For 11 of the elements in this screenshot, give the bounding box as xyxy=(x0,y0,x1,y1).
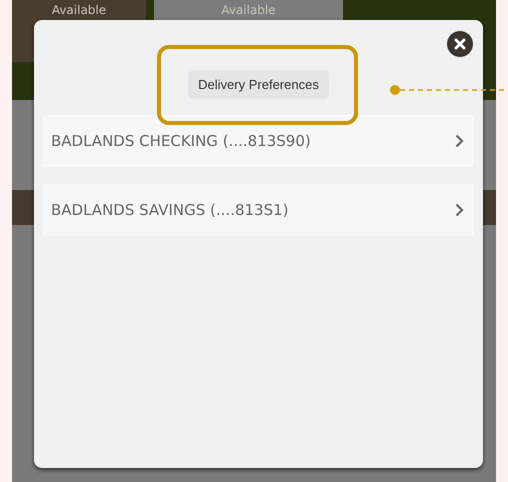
close-icon xyxy=(454,38,466,50)
chevron-right-icon xyxy=(455,134,464,148)
delivery-preferences-button[interactable]: Delivery Preferences xyxy=(188,70,329,99)
account-name: BADLANDS SAVINGS (....813S1) xyxy=(51,201,289,219)
account-name: BADLANDS CHECKING (....813S90) xyxy=(51,132,311,150)
balance-label: Available xyxy=(221,2,276,19)
account-row[interactable]: BADLANDS CHECKING (....813S90) xyxy=(43,115,474,167)
chevron-right-icon xyxy=(455,203,464,217)
balance-label: Available xyxy=(52,2,106,19)
account-row[interactable]: BADLANDS SAVINGS (....813S1) xyxy=(43,184,474,236)
close-button[interactable] xyxy=(447,31,473,57)
